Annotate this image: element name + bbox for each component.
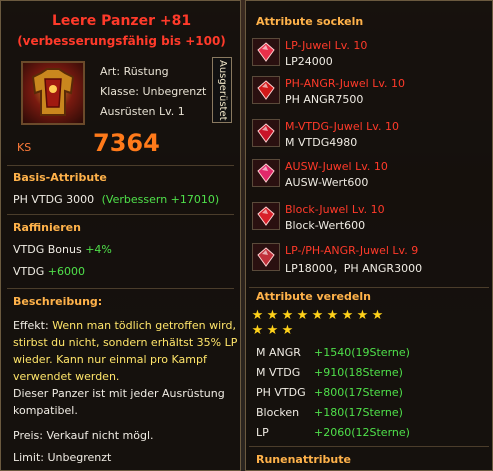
divider (7, 288, 234, 289)
gem-stat: AUSW-Wert600 (285, 176, 369, 189)
refine-row: M VTDG +910(18Sterne) (256, 366, 486, 384)
vtdg-row: VTDG +6000 (13, 265, 85, 278)
description-body: Effekt: Wenn man tödlich getroffen wird,… (13, 317, 238, 466)
refine-title: Attribute veredeln (256, 290, 371, 303)
basis-stat: PH VTDG 3000 (13, 193, 95, 206)
star-icon: ★ (281, 308, 294, 323)
star-icon: ★ (296, 308, 309, 323)
gem-socket-row[interactable]: LP-Juwel Lv. 10 LP24000 (252, 36, 490, 70)
gem-stat: Block-Wert600 (285, 219, 366, 232)
refine-value: +910(18Sterne) (314, 366, 403, 379)
item-class: Klasse: Unbegrenzt (100, 85, 207, 98)
gem-name: AUSW-Juwel Lv. 10 (285, 160, 388, 173)
sockets-title: Attribute sockeln (256, 15, 364, 28)
refine-row: PH VTDG +800(17Sterne) (256, 386, 486, 404)
refine-row: LP +2060(12Sterne) (256, 426, 486, 444)
upgrade-limit-note: (verbesserungsfähig bis +100) (17, 34, 226, 48)
star-icon: ★ (251, 308, 264, 323)
round-gem-icon (252, 202, 280, 230)
basis-upgrade: (Verbessern +17010) (101, 193, 220, 206)
gem-name: PH-ANGR-Juwel Lv. 10 (285, 77, 405, 90)
divider (249, 446, 489, 447)
compat-text: Dieser Panzer ist mit jeder Ausrüstung k… (13, 387, 225, 417)
crystal-gem-icon (252, 119, 280, 147)
vtdg-value: +6000 (47, 265, 85, 278)
item-tooltip-panel: Leere Panzer +81 (verbesserungsfähig bis… (0, 0, 241, 471)
raffinieren-title: Raffinieren (13, 221, 81, 234)
gem-socket-row[interactable]: PH-ANGR-Juwel Lv. 10 PH ANGR7500 (252, 74, 490, 108)
gem-stat: PH ANGR7500 (285, 93, 364, 106)
oval-gem-icon (252, 76, 280, 104)
vtdg-label: VTDG (13, 265, 45, 278)
effect-text-block: Effekt: Wenn man tödlich getroffen wird,… (13, 317, 238, 385)
gem-stat: M VTDG4980 (285, 136, 358, 149)
price-text: Preis: Verkauf nicht mögl. (13, 429, 154, 442)
gem-stat: LP18000，PH ANGR3000 (285, 262, 423, 275)
star-icon: ★ (326, 308, 339, 323)
star-icon: ★ (251, 323, 264, 338)
star-icon: ★ (341, 308, 354, 323)
equipped-badge: Ausgerüstet (212, 57, 232, 123)
refine-row: Blocken +180(17Sterne) (256, 406, 486, 424)
vtdg-bonus-row: VTDG Bonus +4% (13, 243, 112, 256)
refine-value: +2060(12Sterne) (314, 426, 410, 439)
diamond-gem-icon (252, 38, 280, 66)
star-icon: ★ (266, 323, 279, 338)
star-icon: ★ (371, 308, 384, 323)
divider (249, 287, 489, 288)
item-type: Art: Rüstung (100, 65, 169, 78)
divider (7, 165, 234, 166)
divider (7, 214, 234, 215)
refine-stars: ★ ★ ★ ★ ★ ★ ★ ★ ★ ★ ★ ★ (250, 308, 450, 338)
gem-name: LP-Juwel Lv. 10 (285, 39, 368, 52)
refine-label: Blocken (256, 406, 300, 419)
item-name: Leere Panzer +81 (51, 13, 192, 29)
basis-stat-row: PH VTDG 3000 (Verbessern +17010) (13, 193, 219, 206)
refine-value: +1540(19Sterne) (314, 346, 410, 359)
refine-label: PH VTDG (256, 386, 306, 399)
gem-name: M-VTDG-Juwel Lv. 10 (285, 120, 399, 133)
star-icon: ★ (311, 308, 324, 323)
star-icon: ★ (266, 308, 279, 323)
refine-value: +180(17Sterne) (314, 406, 403, 419)
heart-gem-icon (252, 159, 280, 187)
limit-text: Limit: Unbegrenzt (13, 451, 112, 464)
gem-socket-row[interactable]: M-VTDG-Juwel Lv. 10 M VTDG4980 (252, 117, 490, 151)
basis-title: Basis-Attribute (13, 171, 107, 184)
effect-prefix: Effekt: (13, 319, 49, 332)
gem-socket-row[interactable]: Block-Juwel Lv. 10 Block-Wert600 (252, 200, 490, 234)
refine-row: M ANGR +1540(19Sterne) (256, 346, 486, 364)
item-equip-level: Ausrüsten Lv. 1 (100, 105, 185, 118)
refine-label: M ANGR (256, 346, 301, 359)
gem-stat: LP24000 (285, 55, 333, 68)
cushion-gem-icon (252, 243, 280, 271)
description-title: Beschreibung: (13, 295, 103, 308)
vtdg-bonus-label: VTDG Bonus (13, 243, 82, 256)
gem-name: Block-Juwel Lv. 10 (285, 203, 385, 216)
rune-title: Runenattribute (256, 453, 351, 466)
refine-value: +800(17Sterne) (314, 386, 403, 399)
ks-value: 7364 (93, 129, 160, 157)
vtdg-bonus-value: +4% (85, 243, 112, 256)
refine-label: M VTDG (256, 366, 301, 379)
armor-icon (21, 61, 85, 125)
ks-label: KS (17, 141, 32, 154)
gem-name: LP-/PH-ANGR-Juwel Lv. 9 (285, 244, 419, 257)
star-icon: ★ (281, 323, 294, 338)
refine-label: LP (256, 426, 269, 439)
gem-socket-row[interactable]: LP-/PH-ANGR-Juwel Lv. 9 LP18000，PH ANGR30… (252, 241, 490, 275)
star-icon: ★ (356, 308, 369, 323)
gem-socket-row[interactable]: AUSW-Juwel Lv. 10 AUSW-Wert600 (252, 157, 490, 191)
